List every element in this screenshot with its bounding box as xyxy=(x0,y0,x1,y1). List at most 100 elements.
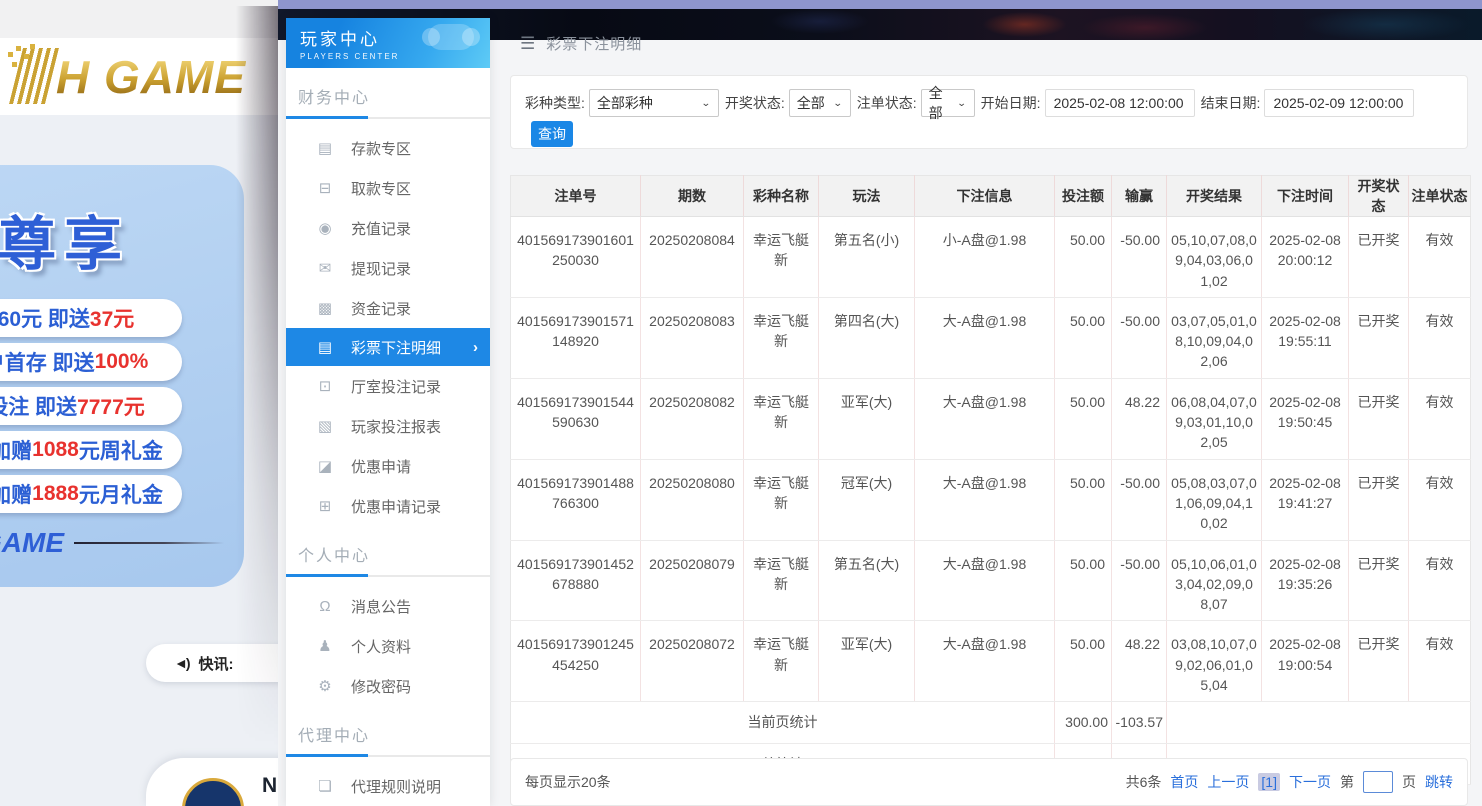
column-header: 注单状态 xyxy=(1409,176,1471,217)
cell-玩法: 第五名(小) xyxy=(819,217,915,298)
sidebar-section-underline xyxy=(286,575,490,577)
jump-suffix-text: 页 xyxy=(1402,772,1416,792)
bell-icon: Ω xyxy=(316,598,334,615)
promo-footer-logo-text: H GAME xyxy=(0,527,64,559)
promo-footer-logo: H GAME xyxy=(0,527,244,559)
promo-apply-icon: ◪ xyxy=(316,457,334,475)
logo-dot-icon xyxy=(12,62,17,67)
cell-开奖结果: 05,08,03,07,01,06,09,04,10,02 xyxy=(1167,459,1262,540)
promo-pill[interactable]: 户首存 即送100% xyxy=(0,343,182,381)
sidebar-item-彩票下注明细[interactable]: ▤彩票下注明细› xyxy=(286,328,490,366)
chevron-right-icon: › xyxy=(473,339,478,356)
cell-投注额: 50.00 xyxy=(1055,217,1112,298)
cell-期数: 20250208080 xyxy=(641,459,744,540)
sidebar-section-label: 代理中心 xyxy=(298,722,490,746)
column-header: 开奖结果 xyxy=(1167,176,1262,217)
cell-输赢: -50.00 xyxy=(1112,297,1167,378)
cell-下注信息: 大-A盘@1.98 xyxy=(915,540,1055,621)
promo-records-icon: ⊞ xyxy=(316,497,334,515)
cell-下注时间: 2025-02-08 19:50:45 xyxy=(1262,378,1349,459)
sidebar-item-厅室投注记录[interactable]: ⊡厅室投注记录 xyxy=(286,366,490,406)
panel-shadow xyxy=(236,6,278,746)
cell-投注额: 50.00 xyxy=(1055,459,1112,540)
speaker-icon: ◄) xyxy=(174,655,189,671)
draw-status-label: 开奖状态: xyxy=(725,93,785,113)
promo-pill-text: 元周礼金 xyxy=(79,435,163,465)
gear-icon: ⚙ xyxy=(316,677,334,695)
sidebar-item-充值记录[interactable]: ◉充值记录 xyxy=(286,208,490,248)
lottery-type-select[interactable]: 全部彩种 ⌄ xyxy=(589,89,719,117)
sidebar-item-资金记录[interactable]: ▩资金记录 xyxy=(286,288,490,328)
sidebar-item-修改密码[interactable]: ⚙修改密码 xyxy=(286,666,490,706)
sidebar-item-消息公告[interactable]: Ω消息公告 xyxy=(286,586,490,626)
cell-下注信息: 大-A盘@1.98 xyxy=(915,459,1055,540)
bet-detail-icon: ▤ xyxy=(316,338,334,356)
table-body: 40156917390160125003020250208084幸运飞艇新第五名… xyxy=(511,217,1471,785)
sidebar-item-代理规则说明[interactable]: ❏代理规则说明 xyxy=(286,766,490,806)
sidebar-subtitle: PLAYERS CENTER xyxy=(300,52,490,61)
sidebar-item-label: 玩家投注报表 xyxy=(351,416,441,437)
page-size-text: 每页显示20条 xyxy=(525,772,611,792)
cell-注单状态: 有效 xyxy=(1409,297,1471,378)
promo-pill[interactable]: 设注 即送7777元 xyxy=(0,387,182,425)
cell-投注额: 50.00 xyxy=(1055,378,1112,459)
cell-期数: 20250208083 xyxy=(641,297,744,378)
sidebar-item-取款专区[interactable]: ⊟取款专区 xyxy=(286,168,490,208)
logo-dot-icon xyxy=(30,44,35,49)
current-page-indicator: [1] xyxy=(1258,773,1280,791)
lottery-type-value: 全部彩种 xyxy=(597,93,653,113)
cell-期数: 20250208072 xyxy=(641,621,744,702)
jump-button[interactable]: 跳转 xyxy=(1425,772,1453,792)
chevron-down-icon: ⌄ xyxy=(957,97,967,108)
bet-status-select[interactable]: 全部 ⌄ xyxy=(921,89,975,117)
deposit-card-icon: ▤ xyxy=(316,139,334,157)
first-page-link[interactable]: 首页 xyxy=(1170,772,1198,792)
menu-icon[interactable]: ☰ xyxy=(520,34,535,54)
cell-输赢: -50.00 xyxy=(1112,540,1167,621)
cell-下注信息: 大-A盘@1.98 xyxy=(915,621,1055,702)
promo-footer-line xyxy=(74,542,224,544)
sidebar-header: 玩家中心 PLAYERS CENTER xyxy=(286,18,490,68)
cell-期数: 20250208079 xyxy=(641,540,744,621)
document-icon: ❏ xyxy=(316,777,334,795)
hall-records-icon: ⊡ xyxy=(316,377,334,395)
promo-pill[interactable]: 天加赠1888元月礼金 xyxy=(0,475,182,513)
cell-下注信息: 大-A盘@1.98 xyxy=(915,378,1055,459)
draw-status-select[interactable]: 全部 ⌄ xyxy=(789,89,851,117)
cell-注单号: 401569173901601250030 xyxy=(511,217,641,298)
cell-投注额: 50.00 xyxy=(1055,297,1112,378)
next-page-link[interactable]: 下一页 xyxy=(1289,772,1331,792)
cell-注单状态: 有效 xyxy=(1409,540,1471,621)
sidebar-item-玩家投注报表[interactable]: ▧玩家投注报表 xyxy=(286,406,490,446)
start-date-input[interactable] xyxy=(1045,89,1195,117)
cell-彩种名称: 幸运飞艇新 xyxy=(744,217,819,298)
sidebar-item-优惠申请[interactable]: ◪优惠申请 xyxy=(286,446,490,486)
breadcrumb: ☰ 彩票下注明细 xyxy=(520,33,642,54)
promo-pill-text: 天加赠 xyxy=(0,435,32,465)
player-center-sidebar: 玩家中心 PLAYERS CENTER 财务中心 ▤存款专区⊟取款专区◉充值记录✉… xyxy=(286,18,490,806)
end-date-input[interactable] xyxy=(1264,89,1414,117)
sidebar-item-优惠申请记录[interactable]: ⊞优惠申请记录 xyxy=(286,486,490,526)
sidebar-item-label: 提现记录 xyxy=(351,258,411,279)
column-header: 下注时间 xyxy=(1262,176,1349,217)
search-button[interactable]: 查询 xyxy=(531,121,573,147)
table-row: 40156917390145267888020250208079幸运飞艇新第五名… xyxy=(511,540,1471,621)
column-header: 输赢 xyxy=(1112,176,1167,217)
prev-page-link[interactable]: 上一页 xyxy=(1207,772,1249,792)
summary-empty xyxy=(1167,702,1471,743)
promo-pill-text: 1888 xyxy=(32,482,79,506)
summary-bet-total: 300.00 xyxy=(1055,702,1112,743)
promo-pill[interactable]: 天加赠1088元周礼金 xyxy=(0,431,182,469)
cell-开奖状态: 已开奖 xyxy=(1349,540,1409,621)
sidebar-item-提现记录[interactable]: ✉提现记录 xyxy=(286,248,490,288)
cell-开奖结果: 05,10,06,01,03,04,02,09,08,07 xyxy=(1167,540,1262,621)
sidebar-item-label: 充值记录 xyxy=(351,218,411,239)
page-jump-input[interactable] xyxy=(1363,771,1393,793)
sidebar-sections: 财务中心 ▤存款专区⊟取款专区◉充值记录✉提现记录▩资金记录▤彩票下注明细›⊡厅室… xyxy=(286,84,490,806)
jump-prefix-text: 第 xyxy=(1340,772,1354,792)
promo-pill[interactable]: 60元 即送37元 xyxy=(0,299,182,337)
promo-banner[interactable]: 尊享 60元 即送37元户首存 即送100%设注 即送7777元天加赠1088元… xyxy=(0,165,244,587)
sidebar-item-个人资料[interactable]: ♟个人资料 xyxy=(286,626,490,666)
sidebar-section-label: 财务中心 xyxy=(298,84,490,108)
sidebar-item-存款专区[interactable]: ▤存款专区 xyxy=(286,128,490,168)
